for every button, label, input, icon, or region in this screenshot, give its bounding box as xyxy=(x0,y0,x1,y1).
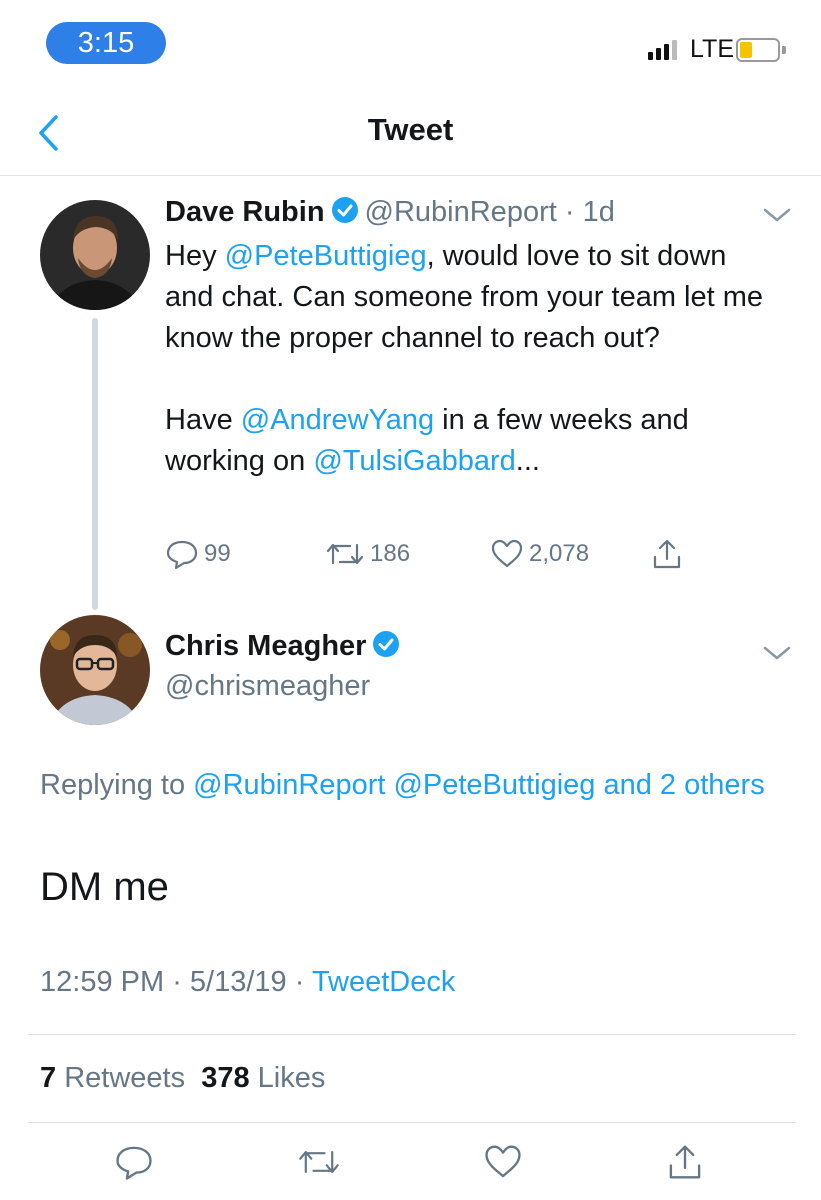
like-icon xyxy=(485,1145,521,1178)
tweet-actions: 99 186 2,078 xyxy=(165,537,705,573)
reply-author-name[interactable]: Chris Meagher xyxy=(165,630,366,662)
nav-bar: Tweet xyxy=(0,90,821,176)
signal-strength-icon xyxy=(648,38,677,60)
replying-prefix: Replying to xyxy=(40,769,194,801)
tweet-paragraph: Have @AndrewYang in a few weeks and work… xyxy=(165,400,765,482)
reply-author-handle[interactable]: @chrismeagher xyxy=(165,670,370,703)
share-icon xyxy=(653,539,681,569)
mention-link[interactable]: @TulsiGabbard xyxy=(313,445,515,477)
reply-button[interactable] xyxy=(114,1142,154,1187)
retweet-count: 186 xyxy=(370,540,411,567)
like-button[interactable] xyxy=(483,1142,523,1187)
reply-icon xyxy=(116,1146,152,1180)
retweets-stat[interactable]: 7 Retweets xyxy=(40,1062,185,1094)
divider xyxy=(28,1122,796,1123)
meta-separator: · xyxy=(286,966,312,998)
tweet-time: 12:59 PM xyxy=(40,966,165,998)
author-name[interactable]: Dave Rubin xyxy=(165,196,325,228)
thread-connector-line xyxy=(92,318,98,610)
reply-count: 99 xyxy=(204,540,231,567)
status-bar: 3:15 LTE xyxy=(0,0,821,90)
chevron-down-icon[interactable] xyxy=(762,643,792,663)
tweet-author-row: Dave Rubin @RubinReport · 1d xyxy=(165,196,615,229)
tweet-stats: 7 Retweets 378 Likes xyxy=(40,1062,325,1095)
likes-stat[interactable]: 378 Likes xyxy=(201,1062,325,1094)
retweets-count: 7 xyxy=(40,1062,57,1094)
status-time[interactable]: 3:15 xyxy=(46,22,166,64)
retweet-button[interactable]: 186 xyxy=(325,537,410,571)
replying-to: Replying to @RubinReport @PeteButtigieg … xyxy=(40,763,780,807)
retweet-icon xyxy=(299,1151,339,1173)
reply-text: DM me xyxy=(40,865,169,909)
tweet-date: 5/13/19 xyxy=(189,966,287,998)
text-segment: ... xyxy=(515,445,540,477)
share-button[interactable] xyxy=(665,1142,705,1187)
like-button[interactable]: 2,078 xyxy=(490,537,589,571)
share-icon xyxy=(669,1145,701,1179)
reply-button[interactable]: 99 xyxy=(165,537,231,571)
verified-badge-icon xyxy=(373,631,400,657)
share-button[interactable] xyxy=(650,537,684,571)
reply-author-row: Chris Meagher xyxy=(165,630,406,663)
avatar-dave-rubin[interactable] xyxy=(40,200,150,310)
tweet-age: 1d xyxy=(582,196,615,228)
mention-link[interactable]: @PeteButtigieg xyxy=(225,240,427,272)
text-segment: Hey xyxy=(165,240,225,272)
reply-icon xyxy=(166,540,198,570)
battery-icon xyxy=(736,38,780,62)
tweet-text: Hey @PeteButtigieg, would love to sit do… xyxy=(165,236,765,482)
retweet-button[interactable] xyxy=(297,1142,341,1187)
tweet-age-separator: · xyxy=(556,196,583,228)
battery-tip xyxy=(782,46,786,54)
author-handle[interactable]: @RubinReport xyxy=(365,196,557,228)
network-label: LTE xyxy=(690,35,734,63)
mention-link[interactable]: @AndrewYang xyxy=(241,404,434,436)
verified-badge-icon xyxy=(331,197,358,223)
tweet-paragraph: Hey @PeteButtigieg, would love to sit do… xyxy=(165,236,765,359)
tweet-source-link[interactable]: TweetDeck xyxy=(312,966,455,998)
likes-label: Likes xyxy=(257,1062,326,1094)
likes-count: 378 xyxy=(201,1062,250,1094)
retweet-icon xyxy=(326,543,364,565)
avatar-chris-meagher[interactable] xyxy=(40,615,150,725)
reply-actions-bar xyxy=(0,1142,821,1188)
retweets-label: Retweets xyxy=(64,1062,186,1094)
like-icon xyxy=(491,539,523,568)
page-title: Tweet xyxy=(367,112,454,147)
divider xyxy=(28,1034,796,1035)
tweet-meta: 12:59 PM · 5/13/19 · TweetDeck xyxy=(40,966,455,999)
chevron-down-icon[interactable] xyxy=(762,205,792,225)
text-segment: Have xyxy=(165,404,241,436)
like-count: 2,078 xyxy=(529,540,590,567)
replying-to-links[interactable]: @RubinReport @PeteButtigieg and 2 others xyxy=(193,769,765,801)
meta-separator: · xyxy=(164,966,190,998)
